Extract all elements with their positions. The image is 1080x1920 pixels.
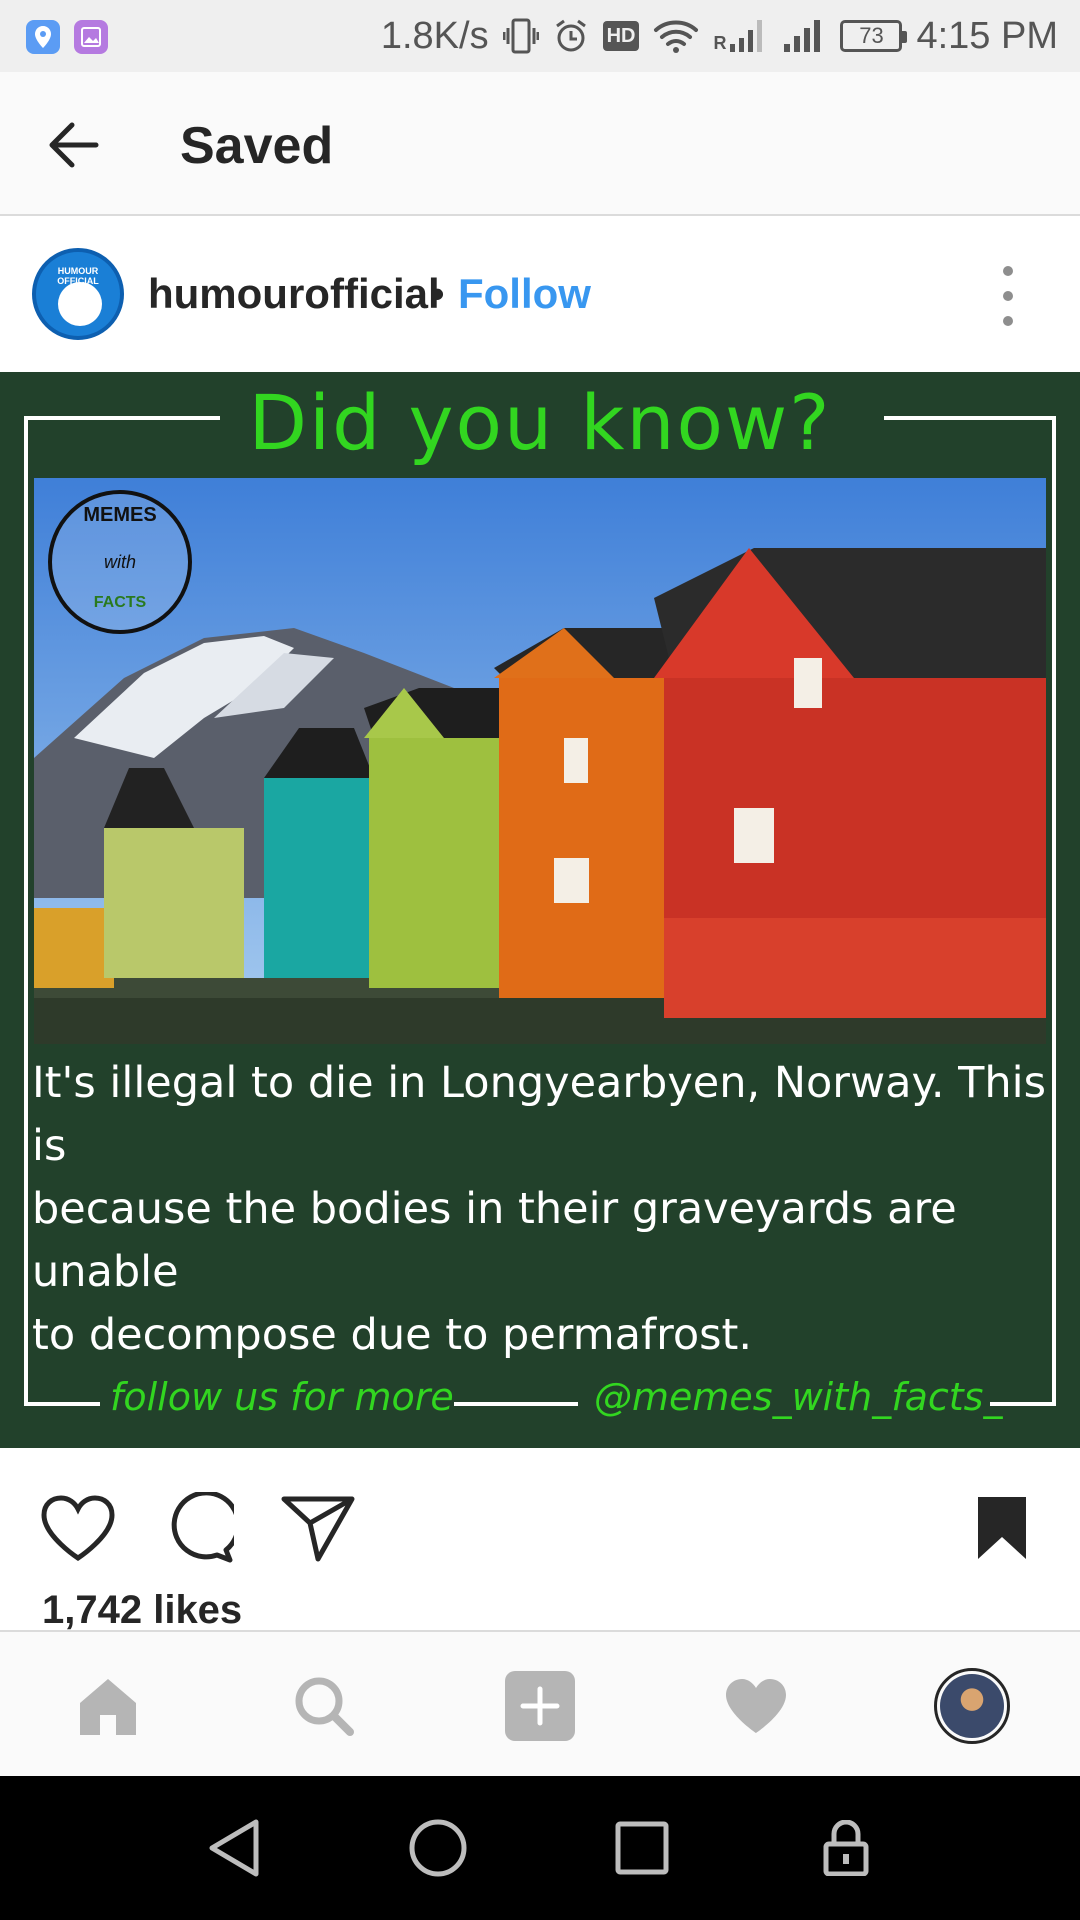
caption-line: to decompose due to permafrost.: [32, 1310, 753, 1360]
lock-icon[interactable]: [808, 1810, 884, 1886]
logo-mid-text: with: [103, 552, 136, 572]
likes-count[interactable]: 1,742 likes: [42, 1588, 242, 1633]
image-heading: Did you know?: [248, 378, 832, 467]
memes-with-facts-logo: MEMES with FACTS: [48, 490, 192, 634]
comment-icon[interactable]: [158, 1488, 238, 1568]
wifi-icon: [653, 18, 699, 54]
roaming-label: R: [713, 33, 727, 53]
follow-button[interactable]: Follow: [458, 270, 591, 318]
image-caption: It's illegal to die in Longyearbyen, Nor…: [32, 1052, 1048, 1367]
network-speed: 1.8K/s: [380, 14, 489, 57]
activity-icon[interactable]: [716, 1666, 796, 1746]
username[interactable]: humourofficial: [148, 270, 440, 318]
vibrate-icon: [502, 16, 539, 56]
alarm-icon: [553, 18, 589, 54]
location-app-icon: [26, 20, 60, 54]
logo-top-text: MEMES: [83, 504, 157, 526]
clock: 4:15 PM: [916, 14, 1058, 57]
more-options-icon[interactable]: [990, 266, 1026, 326]
profile-avatar[interactable]: [932, 1666, 1012, 1746]
logo-bottom-text: FACTS: [93, 594, 147, 611]
heart-icon[interactable]: [38, 1488, 118, 1568]
post-header: HUMOUR OFFICIAL humourofficial • Follow: [0, 218, 1080, 371]
recents-icon[interactable]: [604, 1810, 680, 1886]
post-image[interactable]: Did you know? MEMES with FACTS It's ille…: [0, 372, 1080, 1448]
battery-icon: 73: [840, 20, 908, 52]
signal-icon: R: [713, 18, 768, 54]
back-icon[interactable]: [196, 1810, 272, 1886]
signal-icon: [782, 18, 826, 54]
status-bar: 1.8K/s HD R 73 4:15 PM: [0, 0, 1080, 72]
follow-for-more-text: follow us for more: [110, 1375, 454, 1419]
watermark-handle: @memes_with_facts_: [594, 1375, 1003, 1419]
back-arrow-icon[interactable]: [40, 112, 106, 178]
gallery-app-icon: [74, 20, 108, 54]
page-title: Saved: [180, 117, 334, 175]
top-bar: Saved: [0, 72, 1080, 216]
caption-line: because the bodies in their graveyards a…: [32, 1184, 957, 1297]
separator-dot: •: [430, 270, 445, 317]
system-nav-bar: [0, 1776, 1080, 1920]
post-actions: 1,742 likes: [0, 1448, 1080, 1633]
caption-line: It's illegal to die in Longyearbyen, Nor…: [32, 1058, 1047, 1171]
add-icon[interactable]: [500, 1666, 580, 1746]
bottom-nav: [0, 1630, 1080, 1776]
battery-level: 73: [859, 23, 884, 48]
home-circle-icon[interactable]: [400, 1810, 476, 1886]
bookmark-icon[interactable]: [962, 1488, 1042, 1568]
search-icon[interactable]: [284, 1666, 364, 1746]
home-icon[interactable]: [68, 1666, 148, 1746]
hd-icon: HD: [602, 21, 640, 51]
avatar[interactable]: HUMOUR OFFICIAL: [32, 248, 124, 340]
share-icon[interactable]: [278, 1488, 358, 1568]
